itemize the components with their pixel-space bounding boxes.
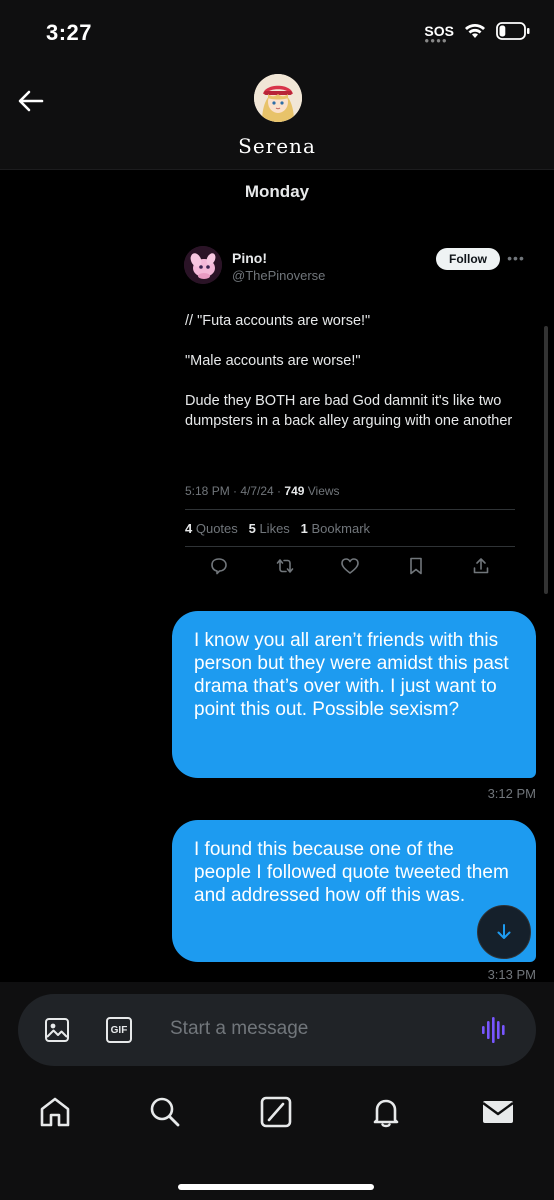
avatar[interactable] [254, 74, 302, 122]
scroll-to-bottom-button[interactable] [477, 905, 531, 959]
sos-indicator: SOS ●●●● [424, 24, 454, 45]
conversation-name[interactable]: Serena [0, 134, 554, 158]
image-icon[interactable] [44, 1017, 70, 1043]
arrow-down-icon [497, 924, 511, 939]
messages-icon[interactable] [480, 1094, 516, 1130]
tweet-text: // "Futa accounts are worse!" "Male acco… [185, 313, 513, 429]
notifications-icon[interactable] [368, 1094, 404, 1130]
message-text: I found this because one of the people I… [194, 839, 509, 906]
share-icon[interactable] [471, 556, 491, 576]
likes-count[interactable]: 5 [249, 521, 256, 536]
bookmarks-label[interactable]: Bookmark [308, 521, 371, 536]
tweet-stats: 4 Quotes 5 Likes 1 Bookmark [185, 521, 370, 536]
status-icons: SOS ●●●● [424, 22, 530, 45]
message-timestamp: 3:13 PM [487, 967, 536, 982]
message-composer[interactable]: GIF Start a message [18, 994, 536, 1066]
grok-icon[interactable] [258, 1094, 294, 1130]
conversation-header: Serena [0, 70, 554, 170]
tweet-author-avatar[interactable] [184, 246, 222, 284]
back-arrow-icon[interactable] [14, 84, 48, 118]
status-bar: 3:27 SOS ●●●● [0, 0, 554, 70]
message-bubble[interactable]: I know you all aren’t friends with this … [172, 611, 536, 778]
home-icon[interactable] [37, 1094, 73, 1130]
reply-icon[interactable] [209, 556, 229, 576]
like-icon[interactable] [340, 556, 360, 576]
pink-creature-avatar-image [184, 246, 222, 284]
tweet-divider [185, 546, 515, 547]
scrollbar[interactable] [544, 326, 548, 594]
tweet-views-count: 749 [284, 484, 305, 498]
day-separator: Monday [244, 182, 310, 201]
gif-icon[interactable]: GIF [106, 1017, 132, 1043]
bookmark-icon[interactable] [406, 556, 426, 576]
message-input[interactable]: Start a message [170, 1018, 308, 1040]
composer-bar: GIF Start a message [0, 982, 554, 1078]
more-dots-icon[interactable]: ••• [506, 248, 526, 268]
wifi-icon [465, 24, 485, 38]
quotes-label[interactable]: Quotes [192, 521, 238, 536]
status-time: 3:27 [46, 20, 93, 45]
shared-tweet-card[interactable]: Pino! @ThePinoverse Follow ••• // "Futa … [172, 228, 530, 604]
tweet-views-label: Views [304, 484, 340, 498]
bottom-tab-bar [0, 1078, 554, 1200]
signal-dots-icon: ●●●● [424, 36, 448, 45]
home-indicator[interactable] [178, 1184, 374, 1190]
avatar-image [254, 74, 302, 122]
gif-label: GIF [110, 1024, 128, 1036]
tweet-actions [185, 556, 515, 580]
tweet-divider [185, 509, 515, 510]
follow-button[interactable]: Follow [436, 248, 500, 270]
likes-label[interactable]: Likes [256, 521, 289, 536]
tweet-timestamp: 5:18 PM · 4/7/24 · [185, 484, 285, 498]
retweet-icon[interactable] [275, 556, 295, 576]
message-text: I know you all aren’t friends with this … [194, 630, 509, 720]
voice-message-icon[interactable] [480, 1015, 510, 1045]
tweet-author-handle[interactable]: @ThePinoverse [232, 268, 325, 283]
tweet-author-name[interactable]: Pino! [232, 250, 267, 266]
tweet-meta: 5:18 PM · 4/7/24 · 749 Views [185, 484, 340, 498]
battery-icon [496, 22, 530, 40]
search-icon[interactable] [147, 1094, 183, 1130]
message-timestamp: 3:12 PM [487, 786, 536, 801]
bookmarks-count[interactable]: 1 [301, 521, 308, 536]
